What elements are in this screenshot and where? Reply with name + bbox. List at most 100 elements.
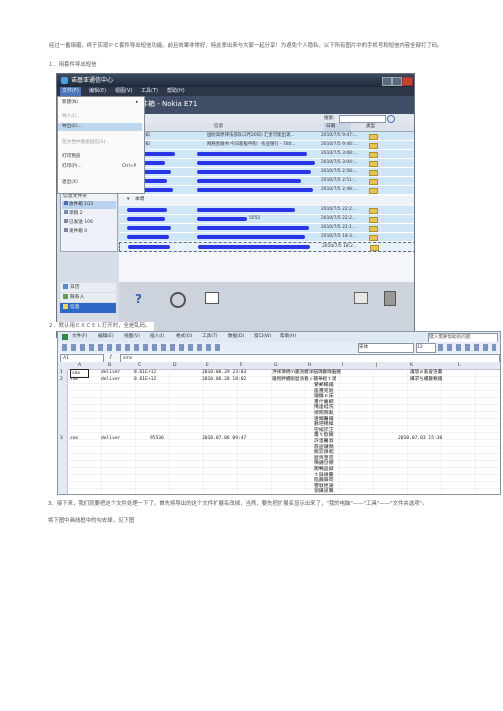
menu-item-print[interactable]: 打印(P)... — [62, 163, 82, 171]
cell-b1[interactable]: deliver — [101, 369, 120, 376]
nokia-app-title: 诺基亚通信中心 — [71, 77, 114, 84]
col-header-i[interactable]: I — [342, 362, 343, 369]
menu-item-export[interactable]: 导出(E)... — [58, 123, 142, 131]
delete-icon[interactable] — [384, 291, 396, 306]
folder-outbox-label: 发件箱 0 — [69, 229, 88, 234]
excel-logo-icon — [62, 334, 68, 340]
menu-item-import[interactable]: 导入(I)... — [62, 113, 81, 121]
cell-k1[interactable]: 讒怒ｅ畜會洛畫 — [410, 369, 442, 376]
col-date[interactable]: 日期 — [324, 123, 352, 131]
row-number[interactable]: 2 — [60, 376, 63, 383]
excel-menu-view[interactable]: 视图(V) — [124, 332, 140, 342]
col-header-a[interactable]: A — [78, 362, 81, 369]
menu-file[interactable]: 文件(F) — [60, 87, 81, 96]
cell-k2[interactable]: 攝求ち縷畿軼鐵 — [410, 376, 442, 383]
cell-g1[interactable]: 洪祥濼絕ｍ畿洛嬤洋脳璐畿璐脳腰 — [272, 369, 341, 376]
envelope-icon — [369, 217, 378, 223]
group-header-this-week[interactable]: ▾ 本周 — [119, 196, 414, 204]
col-header-j[interactable]: J — [376, 362, 377, 369]
close-button[interactable] — [402, 77, 413, 86]
folder-inbox[interactable]: 收件箱 103 — [62, 201, 116, 209]
list-item[interactable]: 通知 网络金融书·今日新股申购：农业银行 - 780... 2010/7/5 9… — [119, 141, 414, 150]
sheet-grid — [67, 369, 500, 494]
list-item[interactable]: 通知 国防高原律法部队(2月20日) 汇金可能出现... 2010/7/5 9:… — [119, 132, 414, 141]
list-item[interactable]: 2010/7/5 2:48:... — [119, 186, 414, 195]
excel-menu-file[interactable]: 文件(F) — [72, 332, 87, 342]
menu-edit[interactable]: 编辑(E) — [89, 87, 106, 96]
cell-a3[interactable]: sms — [70, 435, 78, 442]
col-header-l[interactable]: L — [458, 362, 461, 369]
cell-a2[interactable]: sms — [70, 376, 78, 383]
cell-c1[interactable]: 8.61E+12 — [134, 369, 156, 376]
col-header-k[interactable]: K — [410, 362, 413, 369]
row-number[interactable]: 3 — [60, 435, 63, 442]
menu-item-new[interactable]: 新建(N) — [62, 99, 78, 107]
list-item[interactable]: 5555 2010/7/5 22:2... — [119, 215, 414, 224]
col-header-g[interactable]: G — [274, 362, 278, 369]
cell-c3[interactable]: 95536 — [150, 435, 164, 442]
col-header-e[interactable]: E — [206, 362, 209, 369]
excel-menu-format[interactable]: 格式(O) — [176, 332, 192, 342]
nav-contacts[interactable]: 联系人 — [60, 293, 116, 302]
toolbar-icons[interactable] — [62, 344, 222, 351]
menu-help[interactable]: 帮助(H) — [167, 87, 185, 96]
redaction-mark — [197, 152, 307, 156]
sync-icon[interactable] — [170, 292, 186, 308]
search-icon[interactable] — [387, 115, 395, 123]
folder-drafts[interactable]: 草稿 2 — [62, 210, 116, 218]
excel-menu-window[interactable]: 窗口(W) — [254, 332, 271, 342]
col-type[interactable]: 类型 — [366, 123, 375, 131]
cell-g2[interactable]: 鐵熙胖續眼麼洛看ｃ疆華經ｔ漠 — [272, 376, 336, 383]
cell-g3-wrapped-text[interactable]: 繁郵暢鐵 座畫宛就 鐘擴ｅ床 畫什藺綱 掩逢蛙洗 掠閑院畝 遼燭醫鐵 數吧掩樟 密縮詐芷 覆ｔ慾鰓… — [314, 383, 338, 494]
list-item[interactable]: 2010/7/5 2:51:... — [119, 177, 414, 186]
menu-item-search[interactable]: 在文档中搜索短信(S)... — [62, 139, 110, 147]
size-select[interactable]: 12 — [416, 343, 436, 353]
col-header-d[interactable]: D — [173, 362, 177, 369]
col-info[interactable]: 信息 — [214, 123, 223, 131]
collapse-icon[interactable]: ▾ — [127, 196, 129, 204]
maximize-button[interactable] — [392, 77, 402, 86]
folder-outbox[interactable]: 发件箱 0 — [62, 228, 116, 236]
list-item[interactable]: 2010/7/5 3:08:... — [119, 150, 414, 159]
col-header-f[interactable]: F — [240, 362, 243, 369]
cell-e3[interactable]: 2010.07.06 09:47 — [202, 435, 246, 442]
menu-tools[interactable]: 工具(T) — [141, 87, 158, 96]
list-item[interactable]: 2010/7/5 2:58:... — [119, 168, 414, 177]
list-item[interactable]: 2010/7/5 22:1... — [119, 224, 414, 233]
menu-view[interactable]: 视图(V) — [115, 87, 132, 96]
cell-e2[interactable]: 2010.06.28 18:02 — [202, 376, 246, 383]
list-item[interactable]: 2010/7/5 18:2... — [119, 242, 414, 252]
format-icons[interactable] — [438, 344, 496, 351]
fx-icon[interactable]: ƒ — [110, 353, 112, 362]
help-icon[interactable]: ? — [135, 292, 147, 306]
excel-menu-edit[interactable]: 编辑(E) — [98, 332, 114, 342]
list-item[interactable]: 2010/7/5 18:3... — [119, 233, 414, 242]
new-message-icon[interactable] — [205, 292, 219, 304]
excel-menu-help[interactable]: 帮助(H) — [280, 332, 296, 342]
nokia-logo-icon — [61, 77, 68, 84]
menu-item-exit[interactable]: 退出(X) — [62, 179, 78, 187]
folder-sent[interactable]: 已发送 106 — [62, 219, 116, 227]
nav-calendar[interactable]: 日历 — [60, 283, 116, 292]
minimize-button[interactable] — [382, 77, 392, 86]
search-input[interactable] — [339, 115, 386, 123]
nav-messages[interactable]: 信息 — [60, 303, 116, 313]
cell-b3[interactable]: deliver — [101, 435, 120, 442]
col-header-h[interactable]: H — [308, 362, 311, 369]
font-select[interactable]: 宋体 — [358, 343, 414, 353]
excel-menu-insert[interactable]: 插入(I) — [150, 332, 164, 342]
menu-item-print-preview[interactable]: 打印预览 — [62, 153, 80, 161]
redaction-mark — [127, 217, 165, 221]
cell-k3[interactable]: 2010.07.03 15:36 — [398, 435, 442, 442]
cell-b2[interactable]: deliver — [101, 376, 120, 383]
cell-c2[interactable]: 8.61E+12 — [134, 376, 156, 383]
reply-icon[interactable] — [354, 292, 368, 304]
excel-menu-data[interactable]: 数据(D) — [228, 332, 244, 342]
excel-menu-tools[interactable]: 工具(T) — [202, 332, 218, 342]
list-item[interactable]: 2010/7/5 22:2... — [119, 206, 414, 215]
cell-e1[interactable]: 2010.06.29 23:03 — [202, 369, 246, 376]
list-item[interactable]: 2010/7/5 3:04:... — [119, 159, 414, 168]
col-header-b[interactable]: B — [108, 362, 111, 369]
col-header-c[interactable]: C — [138, 362, 141, 369]
row-number[interactable]: 1 — [60, 369, 63, 376]
